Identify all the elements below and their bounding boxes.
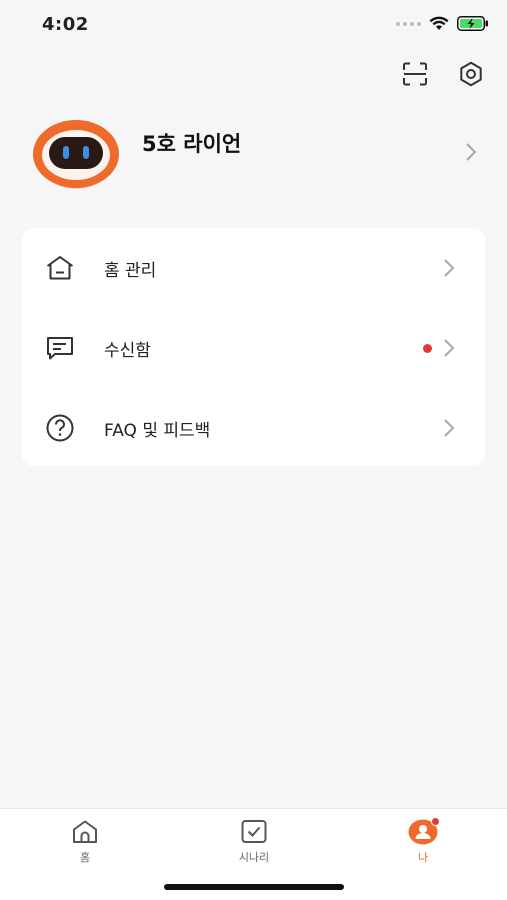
- tab-label: 나: [417, 851, 429, 864]
- tab-me[interactable]: 나: [383, 817, 463, 865]
- menu-item-inbox[interactable]: 수신함: [22, 308, 485, 388]
- screen: 4:02 5호 라이언 홈 관리 수신함 FAQ 및 피드백 홈 시나리 나: [0, 0, 507, 900]
- home-icon: [73, 820, 97, 843]
- tab-label: 시나리: [238, 851, 270, 864]
- tab-badge-dot: [431, 817, 440, 826]
- menu-item-home-management[interactable]: 홈 관리: [22, 228, 485, 308]
- menu-item-faq-feedback[interactable]: FAQ 및 피드백: [22, 388, 485, 468]
- chevron-right-icon: [466, 143, 477, 161]
- chevron-right-icon: [444, 419, 455, 437]
- profile-row[interactable]: 5호 라이언: [32, 118, 487, 190]
- settings-icon: [460, 61, 482, 87]
- scan-icon: [403, 62, 427, 86]
- message-icon: [44, 333, 76, 363]
- profile-name: 5호 라이언: [142, 132, 242, 156]
- question-icon: [44, 413, 76, 443]
- chevron-right-icon: [444, 339, 455, 357]
- wifi-icon: [429, 16, 449, 30]
- scan-button[interactable]: [401, 60, 429, 88]
- menu-card: 홈 관리 수신함 FAQ 및 피드백: [22, 228, 485, 466]
- settings-button[interactable]: [457, 60, 485, 88]
- avatar: [32, 118, 120, 190]
- top-actions: [401, 60, 485, 88]
- tab-scenario[interactable]: 시나리: [214, 819, 294, 865]
- home-icon: [44, 253, 76, 283]
- chevron-right-icon: [444, 259, 455, 277]
- tab-home[interactable]: 홈: [45, 819, 125, 865]
- status-icons: [396, 16, 489, 31]
- checkbox-icon: [241, 820, 267, 843]
- unread-badge-dot: [423, 344, 432, 353]
- menu-item-label: FAQ 및 피드백: [104, 421, 211, 441]
- robot-avatar-icon: [33, 120, 119, 189]
- home-indicator[interactable]: [164, 884, 344, 890]
- status-bar: 4:02: [0, 0, 507, 50]
- menu-item-label: 수신함: [104, 341, 151, 361]
- status-time: 4:02: [42, 14, 89, 35]
- battery-charging-icon: [457, 16, 488, 31]
- cellular-dots-icon: [396, 21, 421, 26]
- tab-label: 홈: [79, 851, 91, 864]
- menu-item-label: 홈 관리: [104, 261, 157, 281]
